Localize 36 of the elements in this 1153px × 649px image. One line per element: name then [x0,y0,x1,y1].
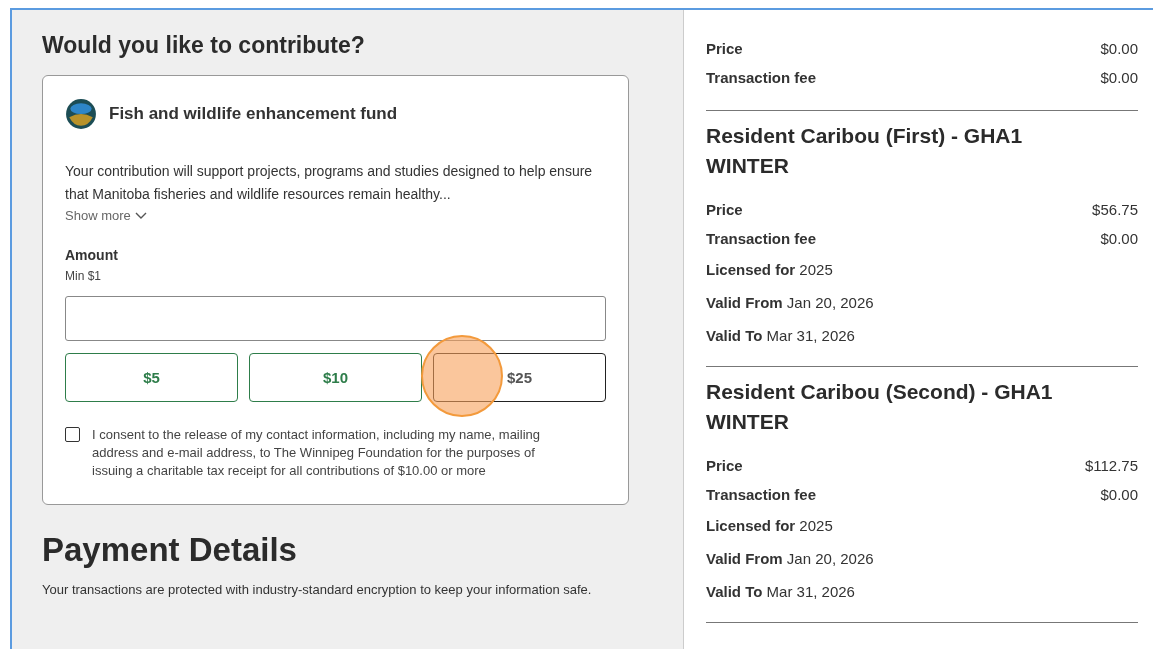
fish-logo-icon [65,98,97,130]
fee-amount: $112.75 [1084,456,1138,476]
amount-preset-button[interactable]: $10 [249,353,422,402]
payment-note: Your transactions are protected with industry-standard encryption to keep your information safe. [42,581,593,599]
fee-label: Transaction fee [706,68,817,88]
license-detail: Valid From Jan 20, 2026 [706,549,875,569]
amount-preset-button[interactable]: $5 [65,353,238,402]
fee-amount: $0.00 [1100,39,1138,59]
license-detail: Licensed for 2025 [706,260,834,280]
amount-preset-button[interactable]: $25 [433,353,606,402]
fee-label: Price [706,456,743,476]
chevron-down-icon [134,211,147,220]
license-detail: Valid To Mar 31, 2026 [706,582,856,602]
amount-input[interactable] [65,296,606,341]
fee-label: Price [706,200,743,220]
fee-amount: $0.00 [1100,485,1138,505]
license-detail: Licensed for 2025 [706,516,834,536]
show-more-link[interactable]: Show more [65,208,147,223]
license-title: Resident Caribou (First) - GHA1 WINTER [706,123,1024,179]
fund-description: Your contribution will support projects, programs and studies designed to help ensure that Manitoba fisheries and wildlife resources remain healthy... [65,162,594,204]
payment-heading: Payment Details [42,531,298,569]
consent-checkbox[interactable] [65,427,80,442]
fee-amount: $56.75 [1092,200,1138,220]
amount-label: Amount [65,247,119,263]
amount-hint: Min $1 [65,269,103,283]
license-detail: Valid To Mar 31, 2026 [706,326,856,346]
fee-label: Transaction fee [706,485,817,505]
fee-amount: $0.00 [1100,68,1138,88]
fund-title: Fish and wildlife enhancement fund [109,104,398,124]
fee-label: Price [706,39,743,59]
consent-text: I consent to the release of my contact information, including my name, mailing address and e-mail address, to The Winnipeg Foundation for the purposes of issuing a charitable tax receipt for all contributions of $10.00 or more [92,426,541,480]
license-title: Resident Caribou (Second) - GHA1 WINTER [706,379,1054,435]
fee-label: Transaction fee [706,229,817,249]
section-heading: Would you like to contribute? [42,32,366,59]
license-detail: Valid From Jan 20, 2026 [706,293,875,313]
fee-amount: $0.00 [1100,229,1138,249]
